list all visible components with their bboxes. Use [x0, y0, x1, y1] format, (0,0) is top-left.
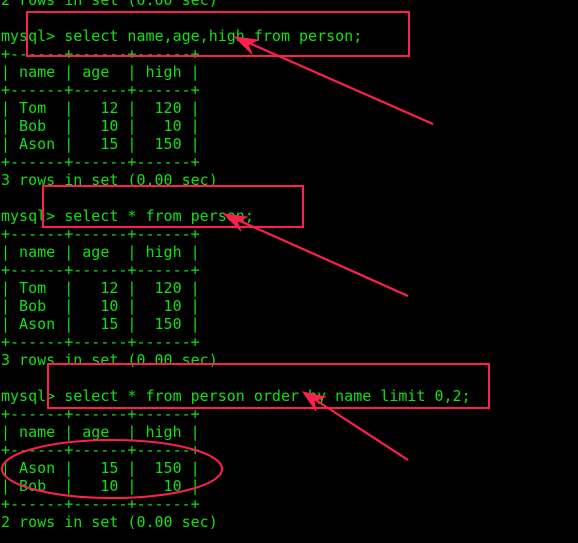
table-header: | name | age | high | — [1, 243, 200, 261]
partial-status-line: 2 rows in set (0.00 sec) — [1, 0, 218, 9]
table-row: | Bob | 10 | 10 | — [1, 477, 200, 495]
table-row: | Tom | 12 | 120 | — [1, 99, 200, 117]
table-row: | Bob | 10 | 10 | — [1, 117, 200, 135]
table-header: | name | age | high | — [1, 423, 200, 441]
table-border: +------+------+------+ — [1, 405, 200, 423]
mysql-terminal-output: 2 rows in set (0.00 sec) mysql> select na… — [1, 0, 471, 531]
query-2-command: mysql> select * from person; — [1, 207, 254, 225]
table-row: | Tom | 12 | 120 | — [1, 279, 200, 297]
table-border: +------+------+------+ — [1, 153, 200, 171]
query-3-command: mysql> select * from person order by nam… — [1, 387, 471, 405]
query-2-status: 3 rows in set (0.00 sec) — [1, 351, 218, 369]
query-1-command: mysql> select name,age,high from person; — [1, 27, 363, 45]
table-border: +------+------+------+ — [1, 441, 200, 459]
table-row: | Ason | 15 | 150 | — [1, 315, 200, 333]
table-header: | name | age | high | — [1, 63, 200, 81]
table-border: +------+------+------+ — [1, 495, 200, 513]
table-border: +------+------+------+ — [1, 333, 200, 351]
table-border: +------+------+------+ — [1, 81, 200, 99]
table-row: | Bob | 10 | 10 | — [1, 297, 200, 315]
table-row: | Ason | 15 | 150 | — [1, 459, 200, 477]
query-1-status: 3 rows in set (0.00 sec) — [1, 171, 218, 189]
query-3-status: 2 rows in set (0.00 sec) — [1, 513, 218, 531]
table-border: +------+------+------+ — [1, 45, 200, 63]
table-border: +------+------+------+ — [1, 225, 200, 243]
table-border: +------+------+------+ — [1, 261, 200, 279]
table-row: | Ason | 15 | 150 | — [1, 135, 200, 153]
